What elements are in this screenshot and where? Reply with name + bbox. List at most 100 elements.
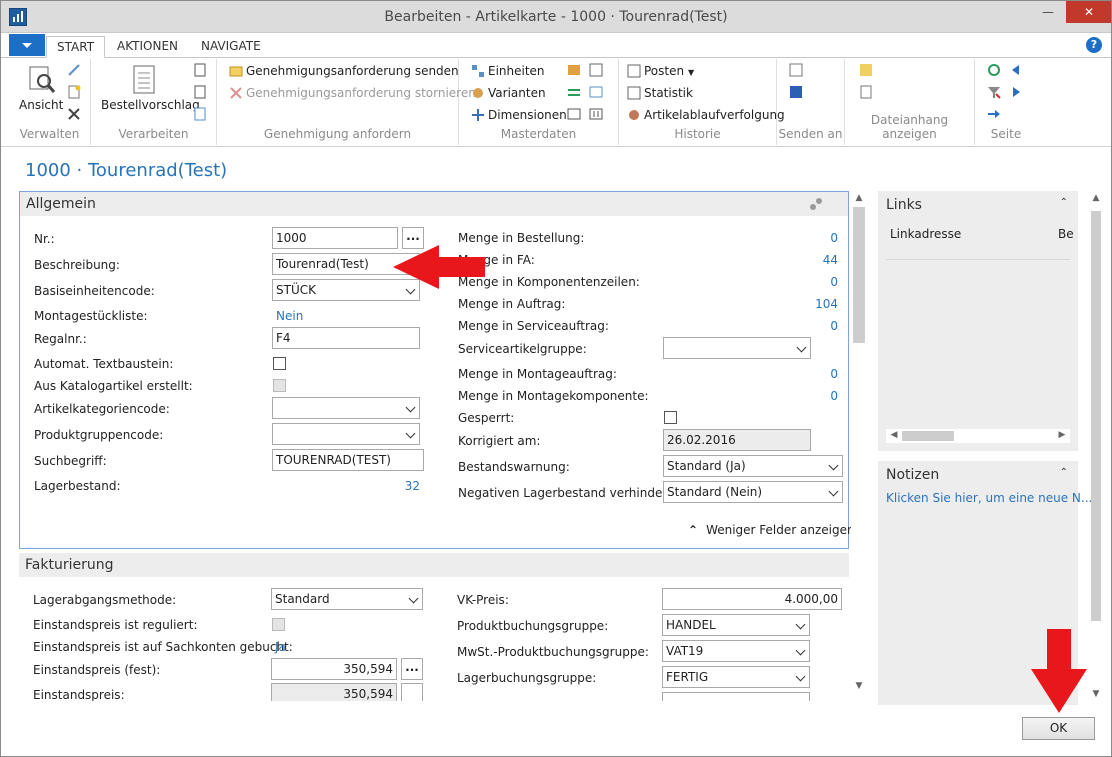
einheiten-button[interactable]: Einheiten [471, 63, 545, 79]
send-approval-icon [229, 64, 243, 78]
methode-select[interactable]: Standard [271, 588, 423, 610]
notes-collapse-icon[interactable]: ⌃ [1060, 467, 1068, 478]
next-icon[interactable] [1009, 85, 1023, 99]
picture-icon[interactable] [589, 85, 603, 99]
translations-icon[interactable] [589, 63, 603, 77]
dimensionen-button[interactable]: Dimensionen [471, 107, 567, 123]
group-label-genehmigung: Genehmigung anfordern [263, 127, 412, 141]
card-content: Allgemein Nr.: 1000 ... Beschreibung: To… [17, 191, 867, 701]
barcode-icon[interactable] [589, 107, 603, 121]
links-column-header[interactable]: Linkadresse [890, 227, 961, 241]
produktgruppe-select[interactable] [272, 423, 420, 445]
new-note-link[interactable]: Klicken Sie hier, um eine neue N... [886, 491, 1092, 505]
hscroll-thumb[interactable] [902, 431, 954, 441]
excel-icon[interactable] [789, 63, 803, 77]
help-icon[interactable]: ? [1086, 37, 1102, 53]
lagerbuch-select[interactable]: FERTIG [662, 666, 810, 688]
links-column-header-2[interactable]: Be [1058, 227, 1074, 241]
clear-filter-icon[interactable] [987, 85, 1001, 99]
statistik-button[interactable]: Statistik [627, 85, 693, 101]
label-basiseinheit: Basiseinheitencode: [34, 284, 155, 298]
posten-button[interactable]: Posten ▼ [627, 63, 694, 81]
scroll-right-icon[interactable]: ▶ [1054, 430, 1070, 440]
links-collapse-icon[interactable]: ⌃ [1060, 197, 1068, 208]
auftrag-value[interactable]: 104 [800, 297, 838, 311]
new-icon[interactable] [67, 85, 81, 99]
attachment-icon[interactable] [859, 85, 873, 99]
personalize-icon[interactable] [808, 196, 824, 220]
variants-icon [471, 86, 485, 100]
fewer-fields-button[interactable]: ⌃ Weniger Felder anzeigen [688, 523, 855, 537]
genehmigung-senden-button[interactable]: Genehmigungsanforderung senden [229, 63, 459, 79]
statistik-label: Statistik [644, 86, 693, 100]
scroll-left-icon[interactable]: ◀ [886, 430, 902, 440]
lagerbestand-value[interactable]: 32 [380, 479, 420, 493]
service-value[interactable]: 0 [800, 319, 838, 333]
bestellvorschlag-button[interactable]: Bestellvorschlag [101, 97, 200, 113]
servicegruppe-select[interactable] [663, 337, 811, 359]
ansicht-button[interactable]: Ansicht [19, 97, 63, 113]
app-menu-button[interactable] [9, 34, 45, 56]
links-hscrollbar[interactable]: ◀ ▶ [886, 429, 1070, 443]
factbox-scroll-thumb[interactable] [1091, 211, 1101, 621]
montageauftrag-value[interactable]: 0 [800, 367, 838, 381]
factbox-scroll-down-icon[interactable]: ▼ [1088, 689, 1104, 699]
tab-aktionen[interactable]: AKTIONEN [107, 36, 188, 58]
sachkonten-value[interactable]: Ja [275, 640, 286, 654]
varianten-button[interactable]: Varianten [471, 85, 546, 101]
label-montage: Montagestückliste: [34, 309, 148, 323]
minimize-button[interactable]: — [1033, 1, 1063, 23]
negativ-select[interactable]: Standard (Nein) [663, 481, 843, 503]
substitutions-icon[interactable] [567, 63, 581, 77]
section-header-fakturierung[interactable]: Fakturierung [19, 553, 849, 577]
mwst-select[interactable]: VAT19 [662, 640, 810, 662]
main-scrollbar[interactable]: ▲ ▼ [851, 191, 867, 701]
montagekomp-value[interactable]: 0 [800, 389, 838, 403]
regal-field[interactable]: F4 [272, 327, 420, 349]
nr-field[interactable]: 1000 [272, 227, 398, 249]
kategorie-select[interactable] [272, 397, 420, 419]
ep-lookup-button[interactable] [401, 683, 423, 701]
montage-value[interactable]: Nein [276, 309, 303, 323]
process-icon-2[interactable] [193, 85, 207, 99]
komponenten-value[interactable]: 0 [800, 275, 838, 289]
delete-icon[interactable] [67, 107, 81, 121]
process-icon[interactable] [193, 63, 207, 77]
warnung-select[interactable]: Standard (Ja) [663, 455, 843, 477]
fest-field[interactable]: 350,594 [271, 658, 397, 680]
factbox-links: Links ⌃ Linkadresse Be ◀ ▶ [878, 191, 1078, 451]
suchbegriff-field[interactable]: TOURENRAD(TEST) [272, 449, 424, 471]
fest-lookup-button[interactable]: ... [401, 658, 423, 680]
gesperrt-checkbox[interactable] [664, 411, 677, 424]
links-list: Linkadresse Be ◀ ▶ [882, 221, 1074, 451]
close-button[interactable]: ✕ [1066, 1, 1111, 23]
next-field[interactable] [662, 692, 810, 701]
section-header-allgemein[interactable]: Allgemein [20, 192, 848, 216]
process-icon-3[interactable] [193, 107, 207, 121]
list-icon[interactable] [567, 107, 581, 121]
scroll-thumb[interactable] [853, 207, 865, 343]
genehmigung-stornieren-button[interactable]: Genehmigungsanforderung stornieren [229, 85, 476, 101]
word-icon[interactable] [789, 85, 803, 99]
note-icon[interactable] [859, 63, 873, 77]
artikelablauf-button[interactable]: Artikelablaufverfolgung [627, 107, 785, 123]
window-title: Bearbeiten - Artikelkarte - 1000 · Toure… [384, 9, 728, 25]
units-icon [471, 64, 485, 78]
exchange-icon[interactable] [567, 85, 581, 99]
factbox-scroll-up-icon[interactable]: ▲ [1088, 193, 1104, 203]
scroll-up-icon[interactable]: ▲ [851, 193, 867, 203]
tab-start[interactable]: START [46, 36, 106, 58]
textbaustein-checkbox[interactable] [273, 357, 286, 370]
prodbuch-select[interactable]: HANDEL [662, 614, 810, 636]
edit-icon[interactable] [67, 63, 81, 77]
refresh-icon[interactable] [987, 63, 1001, 77]
fa-value[interactable]: 44 [800, 253, 838, 267]
tab-navigate[interactable]: NAVIGATE [191, 36, 271, 58]
factbox-scrollbar[interactable]: ▲ ▼ [1088, 191, 1104, 705]
vk-field[interactable]: 4.000,00 [662, 588, 842, 610]
scroll-down-icon[interactable]: ▼ [851, 681, 867, 691]
ok-button[interactable]: OK [1022, 717, 1095, 740]
goto-icon[interactable] [987, 107, 1001, 121]
bestellung-value[interactable]: 0 [800, 231, 838, 245]
previous-icon[interactable] [1009, 63, 1023, 77]
